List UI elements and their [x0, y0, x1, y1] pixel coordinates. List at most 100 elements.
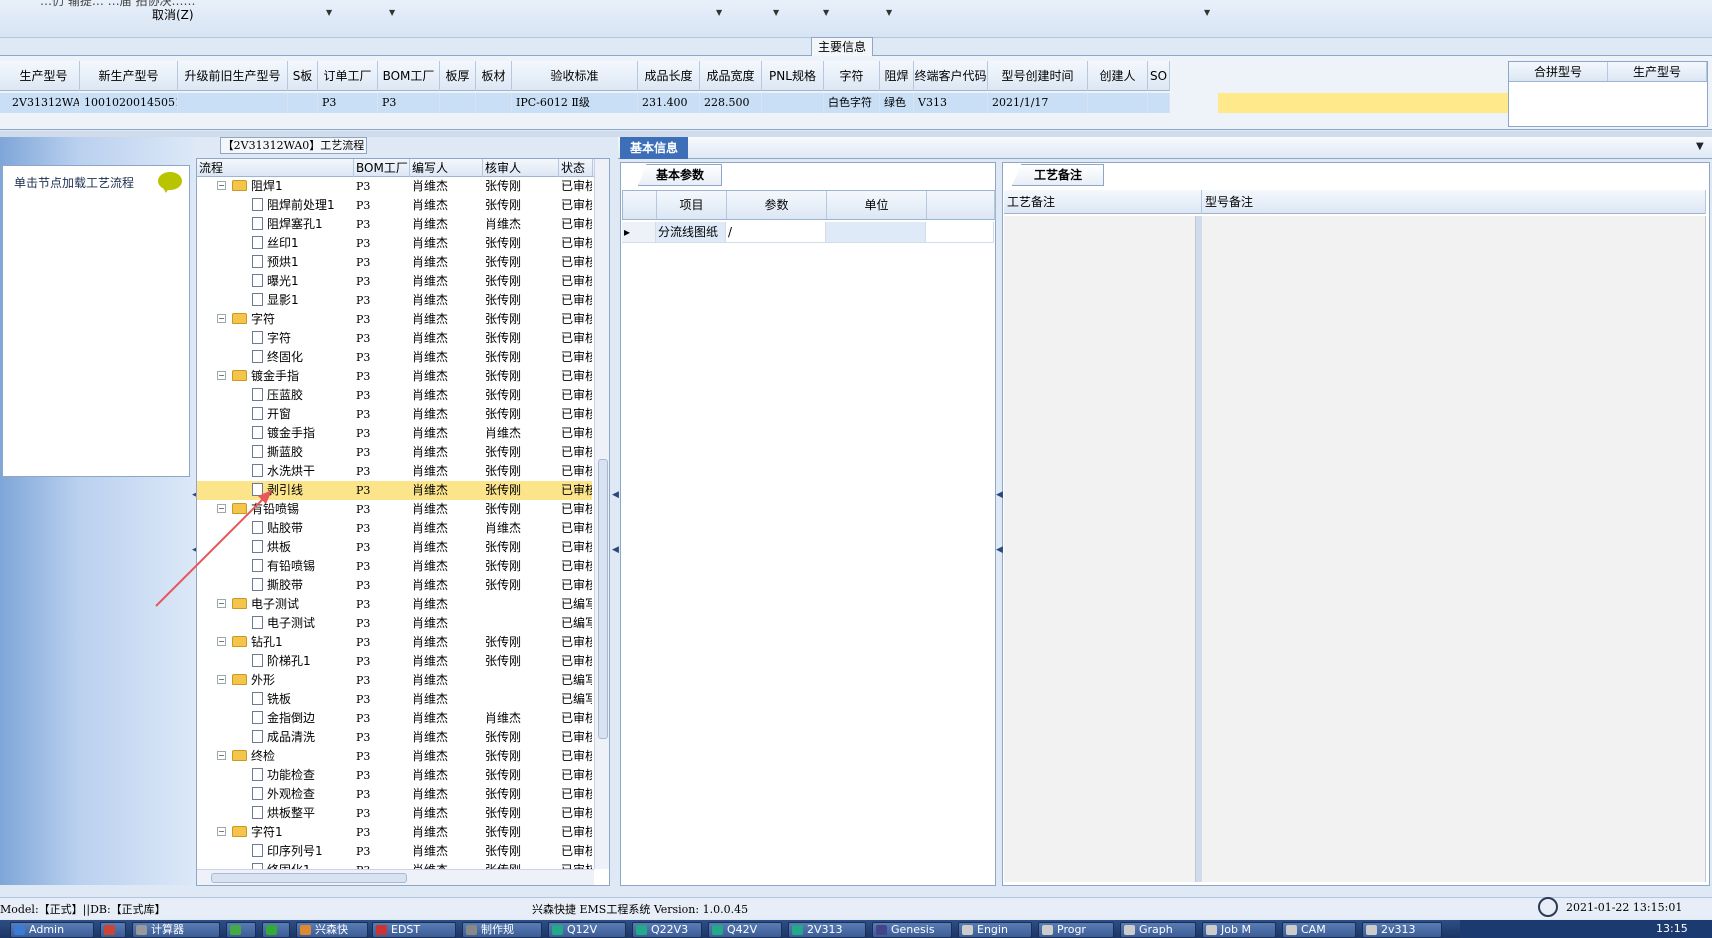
collapse-down-arrow-icon[interactable]: ▼	[1696, 141, 1704, 152]
dropdown-arrow-icon[interactable]: ▼	[886, 8, 892, 17]
tree-step-row[interactable]: 外观检查 P3 肖维杰 张传刚 已审核	[197, 785, 592, 804]
taskbar-button[interactable]	[262, 922, 290, 938]
flow-tree-panel[interactable]: 流程 BOM工厂 编写人 核审人 状态 −阻焊1P3肖维杰张传刚已审核阻焊前处理…	[196, 158, 610, 886]
dropdown-arrow-icon[interactable]: ▼	[773, 8, 779, 17]
tree-group-row[interactable]: − 有铅喷锡 P3 肖维杰 张传刚 已审核	[197, 500, 592, 519]
tree-step-row[interactable]: 丝印1 P3 肖维杰 张传刚 已审核	[197, 234, 592, 253]
model-remark-textbox[interactable]	[1202, 216, 1706, 882]
column-header[interactable]: 终端客户代码	[914, 61, 988, 91]
tree-step-row[interactable]: 曝光1 P3 肖维杰 张传刚 已审核	[197, 272, 592, 291]
column-header[interactable]: S板	[288, 61, 318, 91]
tree-group-row[interactable]: − 字符 P3 肖维杰 张传刚 已审核	[197, 310, 592, 329]
taskbar-button[interactable]: 计算器	[132, 922, 220, 938]
data-cell[interactable]	[762, 93, 824, 113]
data-cell[interactable]: IPC-6012 Ⅱ级	[512, 93, 638, 113]
collapse-node-icon[interactable]: −	[217, 599, 226, 608]
collapse-node-icon[interactable]: −	[217, 637, 226, 646]
taskbar-button[interactable]: 制作规	[462, 922, 542, 938]
column-header[interactable]: BOM工厂	[378, 61, 440, 91]
process-remark-textbox[interactable]	[1004, 216, 1196, 882]
tree-step-row[interactable]: 有铅喷锡 P3 肖维杰 张传刚 已审核	[197, 557, 592, 576]
taskbar-button[interactable]	[100, 922, 126, 938]
column-header[interactable]: 字符	[824, 61, 880, 91]
column-header-reviewer[interactable]: 核审人	[483, 159, 559, 177]
tree-step-row[interactable]: 贴胶带 P3 肖维杰 肖维杰 已审核	[197, 519, 592, 538]
tree-step-row[interactable]: 水洗烘干 P3 肖维杰 张传刚 已审核	[197, 462, 592, 481]
data-cell[interactable]: V313	[914, 93, 988, 113]
taskbar-button[interactable]: 2V313	[788, 922, 866, 938]
scroll-thumb[interactable]	[211, 873, 407, 883]
taskbar-button[interactable]: Q12V	[548, 922, 626, 938]
taskbar-button[interactable]: CAM	[1282, 922, 1356, 938]
column-header[interactable]: 新生产型号	[80, 61, 178, 91]
data-cell[interactable]: 231.400	[638, 93, 700, 113]
column-header-flow[interactable]: 流程	[197, 159, 354, 177]
data-cell[interactable]	[288, 93, 318, 113]
data-cell[interactable]: 2021/1/17	[988, 93, 1088, 113]
collapse-node-icon[interactable]: −	[217, 181, 226, 190]
collapse-node-icon[interactable]: −	[217, 504, 226, 513]
column-header-status[interactable]: 状态	[559, 159, 593, 177]
tree-step-row[interactable]: 功能检查 P3 肖维杰 张传刚 已审核	[197, 766, 592, 785]
tree-step-row[interactable]: 剥引线 P3 肖维杰 张传刚 已审核	[197, 481, 592, 500]
column-header-bom[interactable]: BOM工厂	[354, 159, 410, 177]
column-header[interactable]: 生产型号	[8, 61, 80, 91]
taskbar-button[interactable]: Genesis	[872, 922, 952, 938]
column-header[interactable]: 验收标准	[512, 61, 638, 91]
column-header[interactable]: PNL规格	[762, 61, 824, 91]
tree-step-row[interactable]: 镀金手指 P3 肖维杰 肖维杰 已审核	[197, 424, 592, 443]
tree-step-row[interactable]: 终固化 P3 肖维杰 张传刚 已审核	[197, 348, 592, 367]
tree-step-row[interactable]: 撕蓝胶 P3 肖维杰 张传刚 已审核	[197, 443, 592, 462]
param-unit-cell[interactable]	[826, 222, 926, 243]
merge-model-grid[interactable]: 合拼型号 生产型号	[1508, 61, 1708, 127]
collapse-arrow-icon[interactable]: ◀	[612, 545, 619, 555]
collapse-arrow-icon[interactable]: ◀	[996, 545, 1003, 555]
dropdown-arrow-icon[interactable]: ▼	[716, 8, 722, 17]
column-header[interactable]: 板材	[476, 61, 512, 91]
data-cell[interactable]	[1148, 93, 1170, 113]
tree-step-row[interactable]: 阶梯孔1 P3 肖维杰 张传刚 已审核	[197, 652, 592, 671]
tree-group-row[interactable]: − 镀金手指 P3 肖维杰 张传刚 已审核	[197, 367, 592, 386]
taskbar-button[interactable]: Admin	[10, 922, 94, 938]
param-item-cell[interactable]: 分流线图纸	[656, 222, 726, 243]
column-header[interactable]: 订单工厂	[318, 61, 378, 91]
column-header[interactable]: SO	[1148, 61, 1170, 91]
tree-step-row[interactable]: 电子测试 P3 肖维杰 已编写	[197, 614, 592, 633]
taskbar-button[interactable]: 兴森快	[296, 922, 368, 938]
param-value-cell[interactable]: /	[726, 222, 826, 243]
data-cell[interactable]	[440, 93, 476, 113]
data-cell[interactable]: 绿色	[880, 93, 914, 113]
params-grid-row[interactable]: ▸ 分流线图纸 /	[622, 222, 994, 243]
tree-step-row[interactable]: 成品清洗 P3 肖维杰 张传刚 已审核	[197, 728, 592, 747]
collapse-node-icon[interactable]: −	[217, 371, 226, 380]
tree-step-row[interactable]: 阻焊前处理1 P3 肖维杰 张传刚 已审核	[197, 196, 592, 215]
column-header[interactable]: 板厚	[440, 61, 476, 91]
tree-group-row[interactable]: − 外形 P3 肖维杰 已编写	[197, 671, 592, 690]
tree-horizontal-scrollbar[interactable]	[197, 869, 594, 885]
column-header-writer[interactable]: 编写人	[410, 159, 483, 177]
column-header[interactable]: 成品宽度	[700, 61, 762, 91]
tree-step-row[interactable]: 开窗 P3 肖维杰 张传刚 已审核	[197, 405, 592, 424]
collapse-node-icon[interactable]: −	[217, 827, 226, 836]
data-cell[interactable]	[1088, 93, 1148, 113]
taskbar-button[interactable]: 2v313	[1362, 922, 1442, 938]
column-header[interactable]: 创建人	[1088, 61, 1148, 91]
tab-basic-info[interactable]: 基本信息	[620, 137, 688, 159]
data-cell[interactable]	[476, 93, 512, 113]
data-cell[interactable]: 2V31312WA0	[8, 93, 80, 113]
collapse-arrow-icon[interactable]: ◀	[612, 490, 619, 500]
data-cell[interactable]: 白色字符	[824, 93, 880, 113]
merge-column-header[interactable]: 生产型号	[1608, 62, 1707, 81]
merge-column-header[interactable]: 合拼型号	[1509, 62, 1608, 81]
dropdown-arrow-icon[interactable]: ▼	[1204, 8, 1210, 17]
column-header[interactable]: 型号创建时间	[988, 61, 1088, 91]
tree-step-row[interactable]: 铣板 P3 肖维杰 已编写	[197, 690, 592, 709]
data-cell[interactable]: 228.500	[700, 93, 762, 113]
tree-group-row[interactable]: − 终检 P3 肖维杰 张传刚 已审核	[197, 747, 592, 766]
collapse-arrow-icon[interactable]: ◀	[996, 490, 1003, 500]
taskbar-button[interactable]: Progr	[1038, 922, 1114, 938]
collapse-node-icon[interactable]: −	[217, 314, 226, 323]
tree-step-row[interactable]: 字符 P3 肖维杰 张传刚 已审核	[197, 329, 592, 348]
tree-step-row[interactable]: 烘板 P3 肖维杰 张传刚 已审核	[197, 538, 592, 557]
tree-group-row[interactable]: − 钻孔1 P3 肖维杰 张传刚 已审核	[197, 633, 592, 652]
